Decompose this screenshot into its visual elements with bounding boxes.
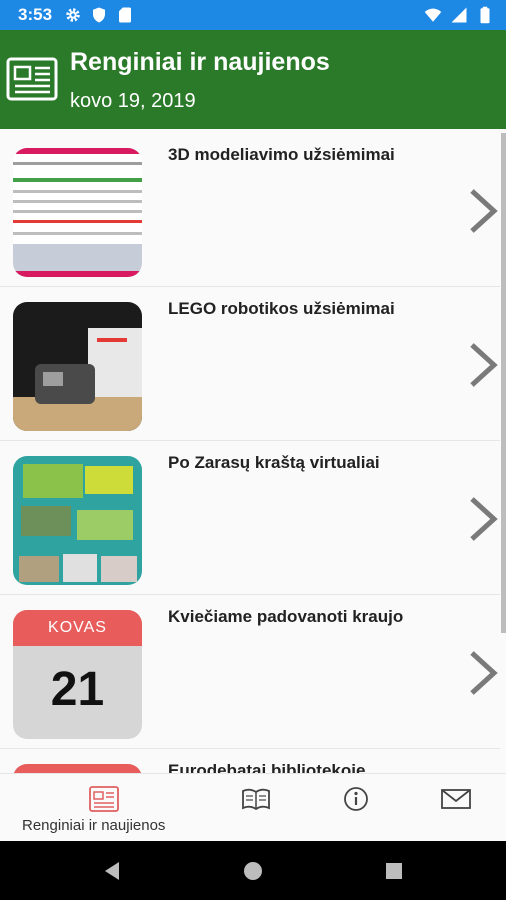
newspaper-icon bbox=[6, 57, 58, 101]
calendar-icon bbox=[13, 764, 142, 773]
list-item[interactable]: KOVAS 21 Kviečiame padovanoti kraujo bbox=[0, 595, 500, 749]
item-title: Eurodebatai bibliotekoje bbox=[168, 761, 366, 773]
bottom-nav: Renginiai ir naujienos bbox=[0, 773, 506, 841]
nav-tab-label: Renginiai ir naujienos bbox=[22, 817, 166, 834]
chevron-right-icon[interactable] bbox=[466, 495, 500, 543]
list-item[interactable]: LEGO robotikos užsiėmimai bbox=[0, 287, 500, 441]
nav-tab-contact[interactable] bbox=[430, 774, 490, 842]
app-header: Renginiai ir naujienos kovo 19, 2019 bbox=[0, 30, 506, 129]
item-title: LEGO robotikos užsiėmimai bbox=[168, 299, 395, 318]
calendar-day: 21 bbox=[50, 663, 105, 716]
shield-icon bbox=[93, 7, 105, 23]
recents-icon[interactable] bbox=[383, 860, 405, 882]
item-title: Kviečiame padovanoti kraujo bbox=[168, 607, 404, 626]
info-icon bbox=[344, 787, 368, 811]
calendar-month: KOVAS bbox=[48, 619, 107, 636]
newspaper-icon bbox=[89, 786, 119, 812]
status-time: 3:53 bbox=[18, 5, 53, 24]
list-item[interactable]: Eurodebatai bibliotekoje bbox=[0, 749, 500, 773]
back-icon[interactable] bbox=[101, 860, 123, 882]
item-thumbnail bbox=[13, 456, 142, 585]
list-item[interactable]: 3D modeliavimo užsiėmimai bbox=[0, 133, 500, 287]
wifi-icon bbox=[424, 8, 442, 22]
nav-tab-info[interactable] bbox=[330, 774, 390, 842]
chevron-right-icon[interactable] bbox=[466, 649, 500, 697]
page-title: Renginiai ir naujienos bbox=[70, 48, 330, 76]
home-icon[interactable] bbox=[242, 860, 264, 882]
book-icon bbox=[242, 788, 270, 811]
chevron-right-icon[interactable] bbox=[466, 341, 500, 389]
calendar-icon: KOVAS 21 bbox=[13, 610, 142, 739]
sd-card-icon bbox=[119, 7, 131, 23]
item-title: 3D modeliavimo užsiėmimai bbox=[168, 145, 395, 164]
news-list[interactable]: 3D modeliavimo užsiėmimai LEGO robotikos… bbox=[0, 133, 500, 773]
list-item[interactable]: Po Zarasų kraštą virtualiai bbox=[0, 441, 500, 595]
nav-tab-book[interactable] bbox=[230, 774, 290, 842]
chevron-right-icon[interactable] bbox=[466, 187, 500, 235]
page-date: kovo 19, 2019 bbox=[70, 90, 196, 112]
system-nav-bar bbox=[0, 841, 506, 900]
battery-icon bbox=[480, 6, 490, 24]
gear-icon bbox=[66, 8, 80, 22]
status-bar: 3:53 bbox=[0, 0, 506, 30]
nav-tab-news[interactable]: Renginiai ir naujienos bbox=[0, 774, 200, 842]
scrollbar[interactable] bbox=[501, 133, 506, 633]
signal-icon bbox=[451, 7, 467, 23]
envelope-icon bbox=[441, 789, 471, 809]
item-thumbnail bbox=[13, 148, 142, 277]
item-thumbnail bbox=[13, 302, 142, 431]
item-title: Po Zarasų kraštą virtualiai bbox=[168, 453, 380, 472]
